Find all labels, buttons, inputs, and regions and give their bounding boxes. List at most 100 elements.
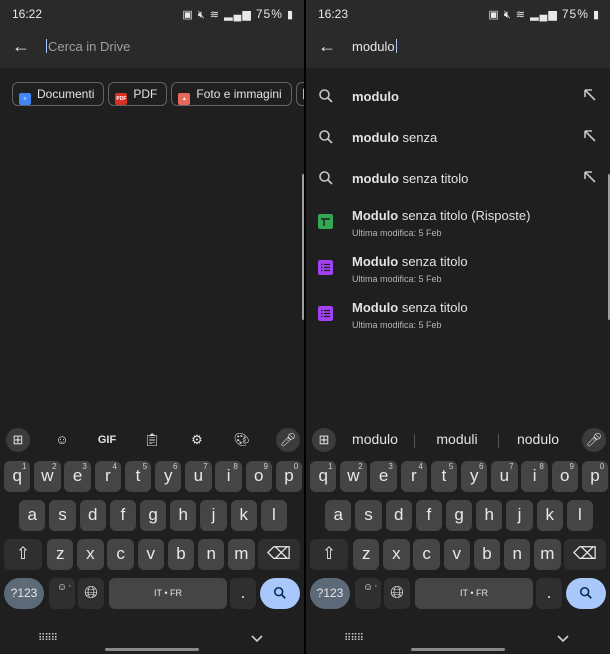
palette-icon[interactable]: 🎨︎ xyxy=(230,428,254,452)
file-result[interactable]: Modulo senza titolo Ultima modifica: 5 F… xyxy=(306,298,610,344)
home-indicator[interactable] xyxy=(105,648,199,651)
key-t[interactable]: t5 xyxy=(124,461,152,492)
mic-icon[interactable]: 🎤︎ xyxy=(582,428,606,452)
key-j[interactable]: j xyxy=(200,500,227,531)
back-arrow-icon[interactable]: ← xyxy=(12,36,32,56)
key-n[interactable]: n xyxy=(198,539,225,570)
prediction-word[interactable]: moduli xyxy=(426,431,488,447)
key-x[interactable]: x xyxy=(383,539,410,570)
key-q[interactable]: q1 xyxy=(310,461,337,492)
key-k[interactable]: k xyxy=(536,500,563,531)
prediction-word[interactable]: modulo xyxy=(344,431,406,447)
key-u[interactable]: u7 xyxy=(491,461,518,492)
key-n[interactable]: n xyxy=(504,539,531,570)
symbols-key[interactable]: ?123 xyxy=(4,578,44,609)
key-h[interactable]: h xyxy=(170,500,197,531)
suggestion-item[interactable]: modulo xyxy=(306,76,610,116)
search-action-key[interactable] xyxy=(260,578,300,609)
symbols-key[interactable]: ?123 xyxy=(310,578,350,609)
fill-query-arrow-icon[interactable] xyxy=(582,128,598,144)
key-i[interactable]: i8 xyxy=(215,461,242,492)
key-k[interactable]: k xyxy=(230,500,257,531)
key-d[interactable]: d xyxy=(385,500,412,531)
shift-key[interactable]: ⇧ xyxy=(310,539,348,570)
key-y[interactable]: y6 xyxy=(461,461,488,492)
key-v[interactable]: v xyxy=(137,539,164,570)
chip-foto-immagini[interactable]: ▲ Foto e immagini xyxy=(171,82,292,106)
key-a[interactable]: a xyxy=(19,500,46,531)
globe-icon[interactable]: 🌐︎ xyxy=(78,578,104,609)
key-q[interactable]: q1 xyxy=(4,461,31,492)
settings-icon[interactable]: ⚙ xyxy=(185,428,209,452)
key-m[interactable]: m xyxy=(534,539,561,570)
key-z[interactable]: z xyxy=(353,539,380,570)
key-z[interactable]: z xyxy=(47,539,74,570)
home-indicator[interactable] xyxy=(411,648,505,651)
keyboard-switch-icon[interactable]: ⠿⠿⠿ xyxy=(38,633,58,644)
key-d[interactable]: d xyxy=(79,500,106,531)
key-l[interactable]: l xyxy=(566,500,594,531)
shift-key[interactable]: ⇧ xyxy=(4,539,42,570)
search-input[interactable]: modulo xyxy=(352,39,397,54)
key-l[interactable]: l xyxy=(260,500,288,531)
key-v[interactable]: v xyxy=(443,539,470,570)
clipboard-icon[interactable]: 📋︎ xyxy=(140,428,164,452)
chevron-down-icon[interactable] xyxy=(556,632,570,646)
keyboard-switch-icon[interactable]: ⠿⠿⠿ xyxy=(344,633,364,644)
key-f[interactable]: f xyxy=(109,500,137,531)
gif-button[interactable]: GIF xyxy=(95,428,119,452)
key-x[interactable]: x xyxy=(77,539,104,570)
key-o[interactable]: o9 xyxy=(551,461,578,492)
apps-icon[interactable]: ⊞ xyxy=(312,428,336,452)
backspace-key[interactable]: ⌫ xyxy=(564,539,606,570)
suggestion-item[interactable]: modulo senza xyxy=(306,117,610,157)
key-r[interactable]: r4 xyxy=(400,461,427,492)
key-s[interactable]: s xyxy=(49,500,76,531)
key-m[interactable]: m xyxy=(228,539,255,570)
apps-icon[interactable]: ⊞ xyxy=(6,428,30,452)
period-key[interactable]: . xyxy=(230,578,256,609)
prediction-word[interactable]: nodulo xyxy=(507,431,569,447)
chip-documenti[interactable]: ≡ Documenti xyxy=(12,82,105,106)
key-b[interactable]: b xyxy=(473,539,501,570)
globe-icon[interactable]: 🌐︎ xyxy=(384,578,410,609)
key-e[interactable]: e3 xyxy=(64,461,91,492)
key-b[interactable]: b xyxy=(167,539,195,570)
space-bar[interactable]: IT • FR xyxy=(415,578,533,609)
key-e[interactable]: e3 xyxy=(370,461,397,492)
key-j[interactable]: j xyxy=(506,500,533,531)
space-bar[interactable]: IT • FR xyxy=(109,578,227,609)
sticker-icon[interactable]: ☺ xyxy=(50,428,74,452)
key-w[interactable]: w2 xyxy=(34,461,61,492)
key-h[interactable]: h xyxy=(476,500,503,531)
key-w[interactable]: w2 xyxy=(340,461,367,492)
chip-partial[interactable] xyxy=(295,82,304,106)
key-c[interactable]: c xyxy=(107,539,134,570)
key-y[interactable]: y6 xyxy=(155,461,182,492)
key-o[interactable]: o9 xyxy=(245,461,272,492)
key-t[interactable]: t5 xyxy=(430,461,458,492)
back-arrow-icon[interactable]: ← xyxy=(318,36,338,56)
file-result[interactable]: Modulo senza titolo (Risposte) Ultima mo… xyxy=(306,206,610,252)
fill-query-arrow-icon[interactable] xyxy=(582,87,598,103)
scrollbar[interactable] xyxy=(302,174,304,320)
key-a[interactable]: a xyxy=(325,500,352,531)
suggestion-item[interactable]: modulo senza titolo xyxy=(306,158,610,198)
key-g[interactable]: g xyxy=(445,500,473,531)
search-action-key[interactable] xyxy=(566,578,606,609)
key-p[interactable]: p0 xyxy=(275,461,303,492)
fill-query-arrow-icon[interactable] xyxy=(582,169,598,185)
key-u[interactable]: u7 xyxy=(185,461,212,492)
key-c[interactable]: c xyxy=(413,539,440,570)
emoji-comma-key[interactable]: ☺, xyxy=(49,578,75,609)
key-f[interactable]: f xyxy=(415,500,443,531)
file-result[interactable]: Modulo senza titolo Ultima modifica: 5 F… xyxy=(306,252,610,298)
search-input[interactable]: Cerca in Drive xyxy=(46,39,130,54)
mic-icon[interactable]: 🎤︎ xyxy=(276,428,300,452)
key-i[interactable]: i8 xyxy=(521,461,548,492)
period-key[interactable]: . xyxy=(536,578,562,609)
backspace-key[interactable]: ⌫ xyxy=(258,539,300,570)
key-r[interactable]: r4 xyxy=(94,461,121,492)
chevron-down-icon[interactable] xyxy=(250,632,264,646)
chip-pdf[interactable]: PDF PDF xyxy=(108,82,168,106)
